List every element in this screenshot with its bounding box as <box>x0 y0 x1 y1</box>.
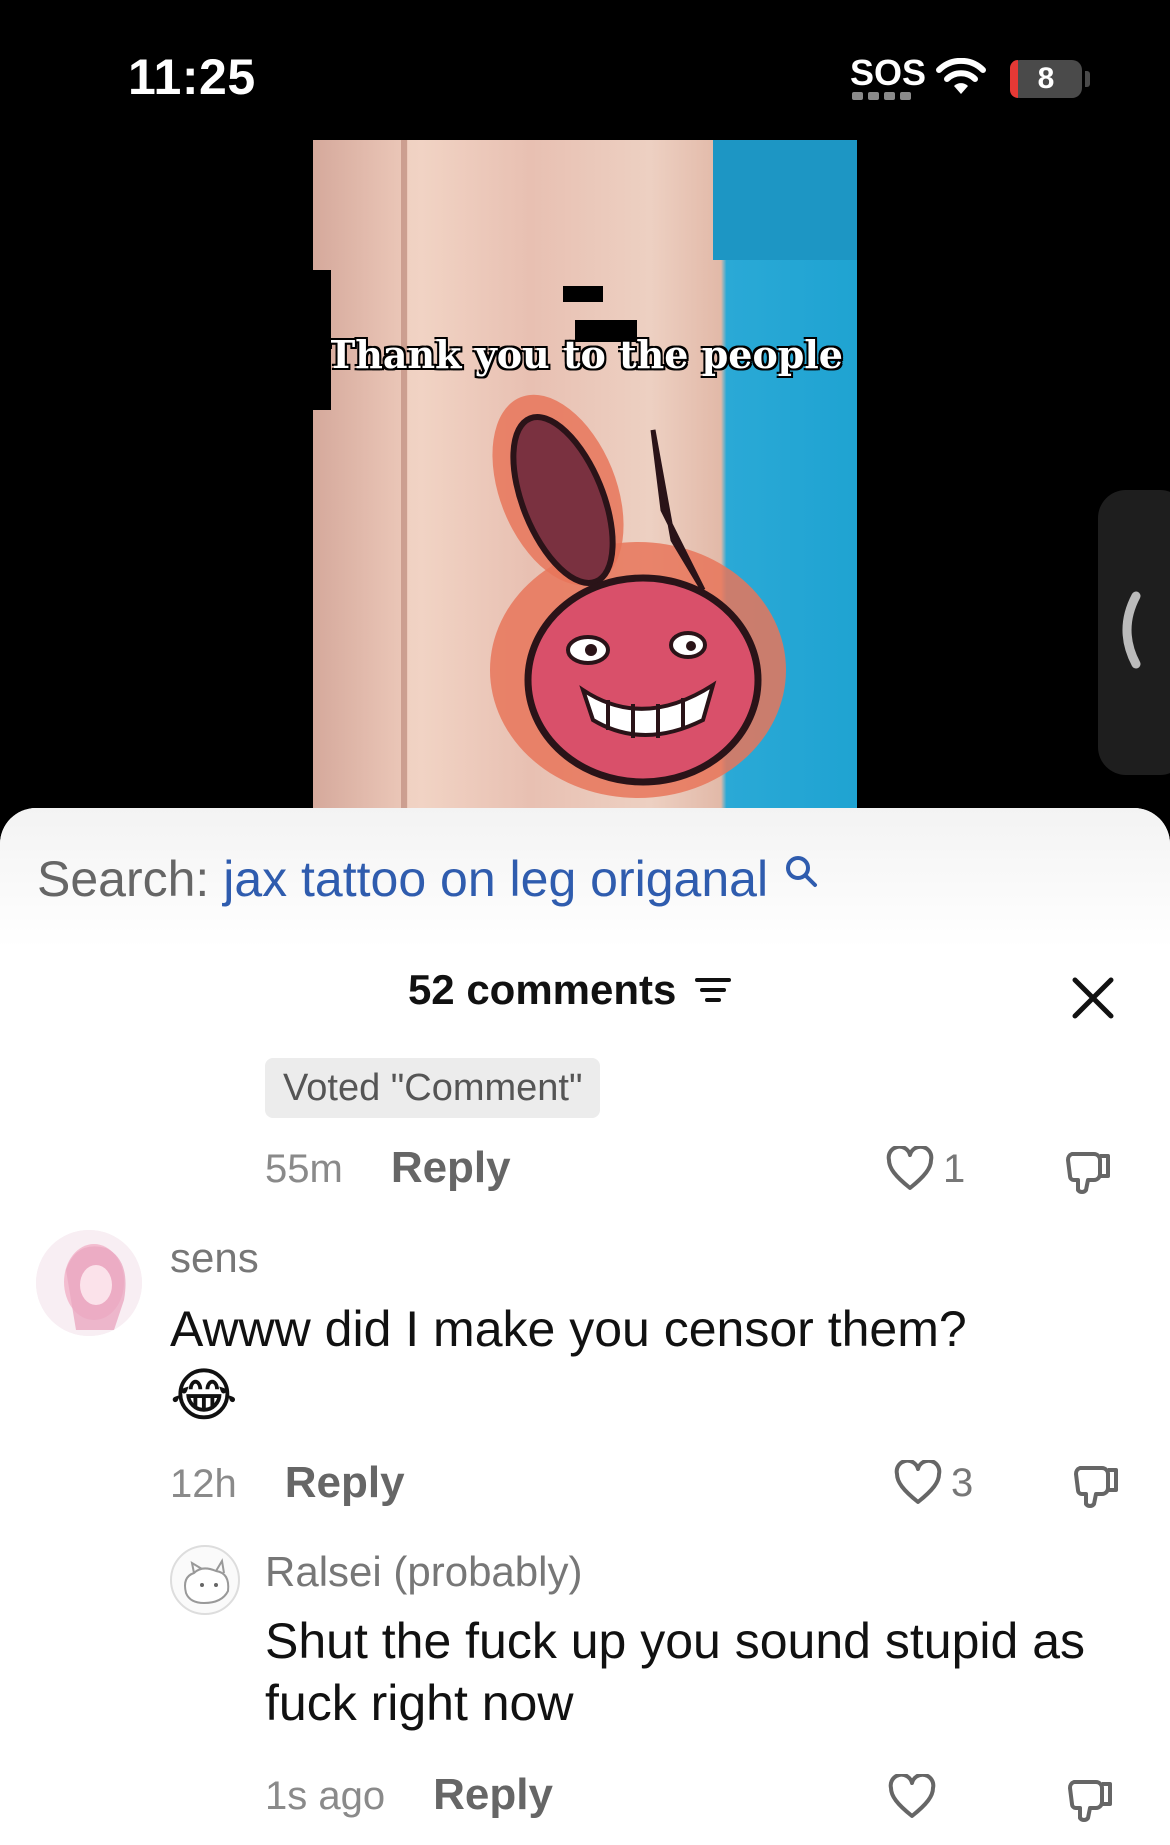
search-icon[interactable] <box>784 854 818 888</box>
battery-level: 8 <box>1037 62 1055 95</box>
dislike-icon[interactable] <box>1066 1774 1118 1826</box>
sort-filter-icon[interactable] <box>694 975 732 1005</box>
comment-username[interactable]: sens <box>170 1234 259 1282</box>
comment-text: Awww did I make you censor them? <box>170 1301 967 1357</box>
like-button[interactable] <box>887 1774 945 1820</box>
signal-dots-icon <box>852 92 914 100</box>
sos-indicator: SOS <box>850 52 927 93</box>
comment-meta-row: 12h Reply <box>170 1458 405 1508</box>
close-icon[interactable] <box>1068 973 1118 1023</box>
voted-badge: Voted "Comment" <box>265 1058 601 1118</box>
censor-bar <box>563 286 603 302</box>
comment-time: 12h <box>170 1462 237 1506</box>
comments-count-header: 52 comments <box>0 966 1170 1014</box>
avatar[interactable] <box>170 1545 240 1615</box>
like-count: 3 <box>951 1460 974 1505</box>
search-prefix: Search: <box>37 851 210 907</box>
comment-text: Shut the fuck up you sound stupid as fuc… <box>265 1613 1085 1731</box>
comment-meta-row: 1s ago Reply <box>265 1770 553 1820</box>
reply-button[interactable]: Reply <box>433 1770 553 1820</box>
like-count: 1 <box>943 1146 966 1191</box>
comments-count: 52 comments <box>407 966 677 1013</box>
reply-button[interactable]: Reply <box>285 1458 405 1508</box>
status-bar: 11:25 SOS 8 <box>0 0 1170 140</box>
comment-username[interactable]: Ralsei (probably) <box>265 1548 582 1596</box>
laughing-emoji: 😂 <box>170 1361 238 1429</box>
avatar[interactable] <box>36 1230 142 1336</box>
heart-icon[interactable] <box>887 1774 937 1820</box>
search-suggestion[interactable]: Search: jax tattoo on leg origanal <box>37 850 818 908</box>
reply-button[interactable]: Reply <box>391 1143 511 1193</box>
battery-icon: 8 <box>1010 60 1082 98</box>
video-player[interactable]: Thank you to the people <box>313 140 857 810</box>
dislike-icon[interactable] <box>1072 1460 1124 1512</box>
heart-icon[interactable] <box>893 1460 943 1506</box>
dislike-icon[interactable] <box>1064 1146 1116 1198</box>
comment-time: 1s ago <box>265 1774 386 1818</box>
comment-meta-row: 55m Reply <box>265 1143 511 1193</box>
wifi-icon <box>936 58 986 94</box>
heart-icon[interactable] <box>885 1146 935 1192</box>
status-time: 11:25 <box>128 49 256 105</box>
like-button[interactable]: 3 <box>893 1460 973 1506</box>
chevron-left-icon[interactable] <box>1112 590 1142 670</box>
video-caption: Thank you to the people <box>327 332 843 377</box>
like-button[interactable]: 1 <box>885 1146 965 1192</box>
bunny-tattoo-image <box>490 394 786 798</box>
search-query-link[interactable]: jax tattoo on leg origanal <box>223 851 768 907</box>
comments-sheet: Search: jax tattoo on leg origanal 52 co… <box>0 808 1170 1845</box>
comment-time: 55m <box>265 1147 343 1191</box>
